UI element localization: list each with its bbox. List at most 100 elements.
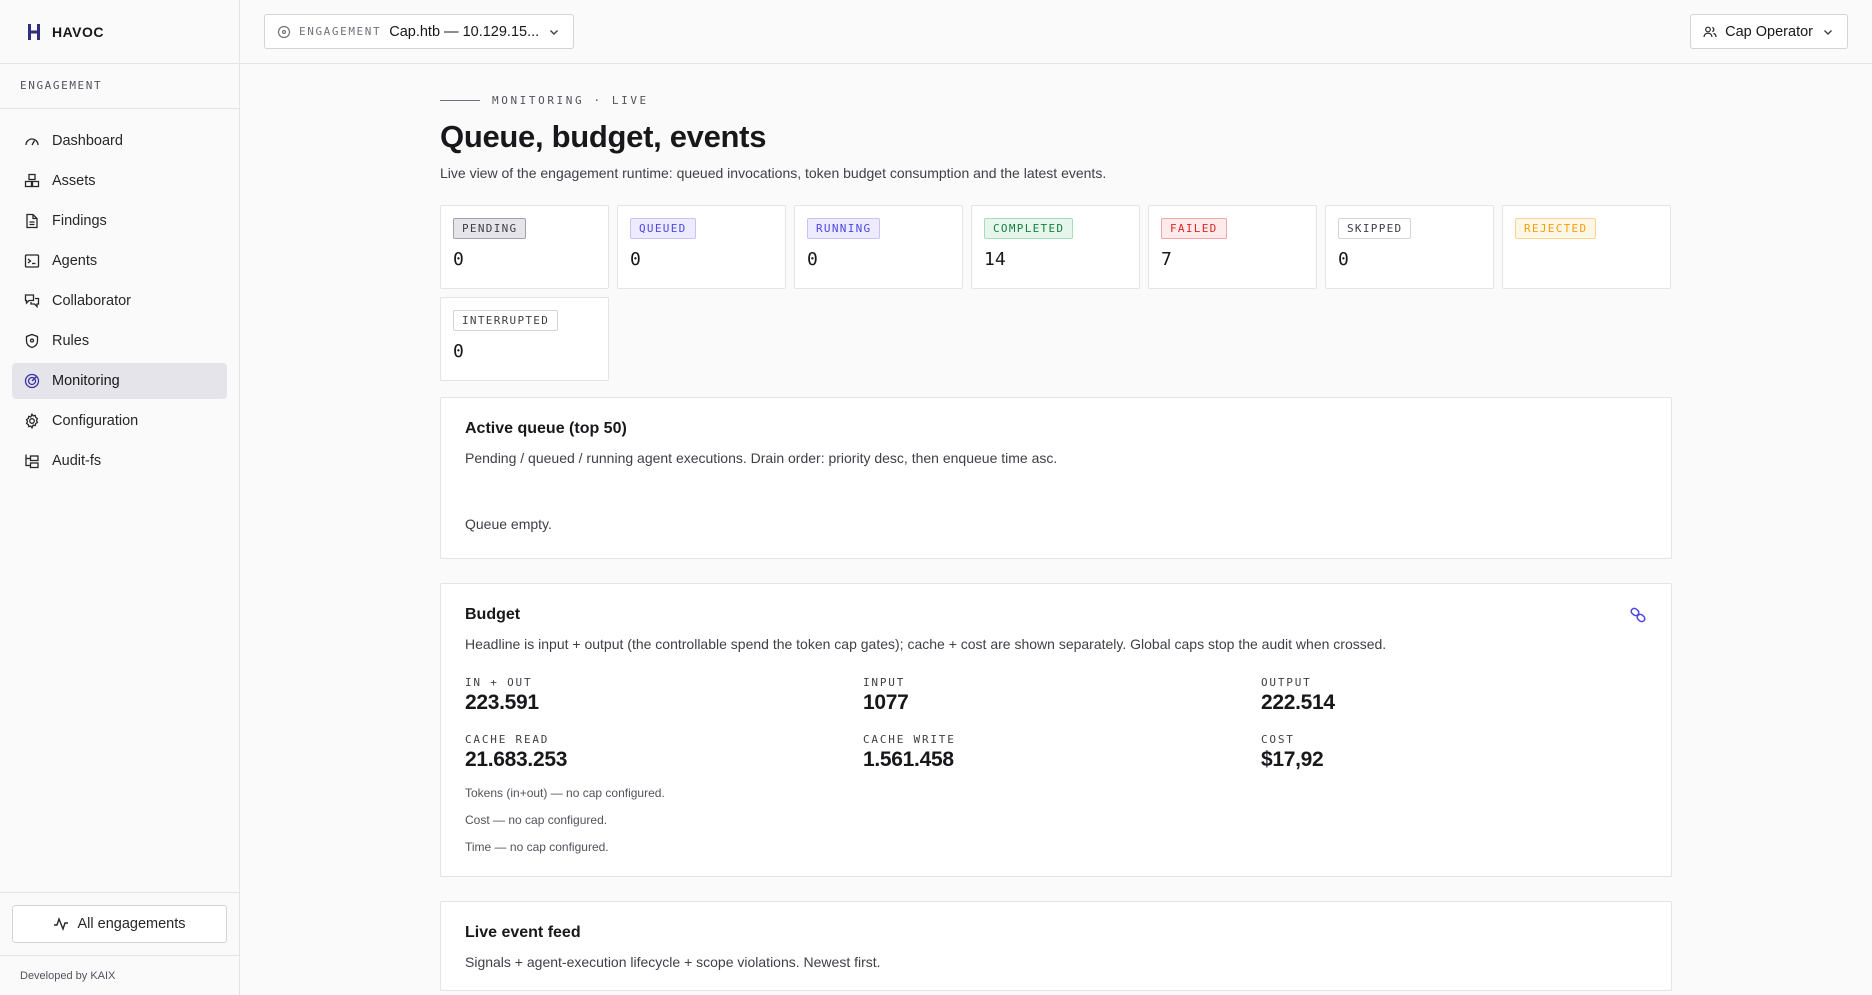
sidebar-item-configuration[interactable]: Configuration: [12, 403, 227, 439]
sidebar-footer: All engagements: [0, 892, 239, 955]
engagement-select[interactable]: ENGAGEMENT Cap.htb — 10.129.15...: [264, 14, 575, 49]
budget-metric-output: OUTPUT 222.514: [1261, 676, 1647, 715]
messages-icon: [24, 294, 40, 309]
stat-pending: PENDING 0: [440, 205, 609, 289]
developer-credit: Developed by KAIX: [0, 955, 239, 995]
users-icon: [1703, 26, 1717, 37]
sidebar-item-audit-fs[interactable]: Audit-fs: [12, 443, 227, 479]
sidebar-item-label: Collaborator: [52, 293, 131, 309]
all-engagements-button[interactable]: All engagements: [12, 905, 227, 943]
stat-count: 0: [807, 249, 818, 270]
budget-metric-in-out: IN + OUT 223.591: [465, 676, 863, 715]
stat-rejected: REJECTED: [1502, 205, 1671, 289]
radar-icon: [24, 373, 40, 389]
budget-metric-label: INPUT: [863, 676, 906, 689]
engagement-select-value: Cap.htb — 10.129.15...: [389, 23, 540, 40]
sidebar-item-monitoring[interactable]: Monitoring: [12, 363, 227, 399]
stat-skipped: SKIPPED 0: [1325, 205, 1494, 289]
status-badge: COMPLETED: [984, 218, 1074, 239]
stat-count: 14: [984, 249, 1006, 270]
sidebar-item-label: Configuration: [52, 413, 139, 429]
budget-metric-value: 21.683.253: [465, 748, 568, 771]
budget-metric-cost: COST $17,92: [1261, 733, 1647, 772]
budget-cap-note: Time — no cap configured.: [465, 840, 609, 854]
budget-metric-label: IN + OUT: [465, 676, 533, 689]
sidebar-item-label: Assets: [52, 173, 96, 189]
budget-metric-value: 1077: [863, 691, 909, 714]
live-event-feed-card: Live event feed Signals + agent-executio…: [440, 901, 1672, 991]
active-queue-card: Active queue (top 50) Pending / queued /…: [440, 397, 1672, 559]
sidebar-item-label: Monitoring: [52, 373, 120, 389]
sidebar-divider: [0, 108, 239, 109]
active-queue-title: Active queue (top 50): [465, 420, 627, 437]
status-badge: PENDING: [453, 218, 527, 239]
budget-metric-input: INPUT 1077: [863, 676, 1261, 715]
budget-title: Budget: [465, 606, 521, 623]
status-badge: QUEUED: [630, 218, 696, 239]
status-badge: RUNNING: [807, 218, 881, 239]
target-icon: [277, 25, 291, 38]
budget-metrics: IN + OUT 223.591 INPUT 1077 OUTPUT 222.514 CAC…: [465, 676, 1647, 772]
stat-count: 7: [1161, 249, 1172, 270]
folder-tree-icon: [25, 454, 39, 469]
budget-cap-note: Cost — no cap configured.: [465, 813, 608, 827]
havoc-logo-icon: [28, 23, 40, 40]
page-title: Queue, budget, events: [440, 119, 767, 154]
stat-count: 0: [453, 341, 464, 362]
live-event-feed-title: Live event feed: [465, 924, 581, 941]
kicker-line: [440, 100, 480, 101]
app: HAVOC ENGAGEMENT Dashboard Assets Findings…: [0, 0, 1872, 995]
budget-card: Budget Headline is input + output (the c…: [440, 583, 1672, 877]
sidebar-item-agents[interactable]: Agents: [12, 243, 227, 279]
budget-metric-label: COST: [1261, 733, 1295, 746]
sidebar-item-dashboard[interactable]: Dashboard: [12, 123, 227, 159]
sidebar-item-rules[interactable]: Rules: [12, 323, 227, 359]
budget-cap-note: Tokens (in+out) — no cap configured.: [465, 786, 665, 800]
file-icon: [26, 213, 38, 229]
page-subtitle: Live view of the engagement runtime: que…: [440, 165, 1107, 181]
engagement-select-label: ENGAGEMENT: [299, 25, 382, 38]
stat-count: 0: [453, 249, 464, 270]
budget-metric-value: 222.514: [1261, 691, 1335, 714]
sidebar-item-assets[interactable]: Assets: [12, 163, 227, 199]
stat-failed: FAILED 7: [1148, 205, 1317, 289]
topbar: ENGAGEMENT Cap.htb — 10.129.15... Cap Op…: [240, 0, 1872, 64]
sidebar-item-label: Findings: [52, 213, 107, 229]
budget-metric-value: $17,92: [1261, 748, 1324, 771]
stat-interrupted: INTERRUPTED 0: [440, 297, 609, 381]
activity-icon: [54, 916, 69, 932]
budget-metric-label: OUTPUT: [1261, 676, 1312, 689]
sidebar: HAVOC ENGAGEMENT Dashboard Assets Findings…: [0, 0, 240, 995]
budget-notes: Tokens (in+out) — no cap configured. Cost…: [465, 786, 1647, 854]
sidebar-item-collaborator[interactable]: Collaborator: [12, 283, 227, 319]
gear-icon: [25, 413, 39, 429]
gauge-icon: [25, 138, 39, 146]
stat-count: 0: [630, 249, 641, 270]
budget-metric-value: 223.591: [465, 691, 539, 714]
budget-metric-label: CACHE WRITE: [863, 733, 956, 746]
sidebar-section-label: ENGAGEMENT: [20, 79, 103, 92]
status-counts: PENDING 0 QUEUED 0 RUNNING 0 COMPLETED 14 FAILED…: [440, 205, 1672, 381]
stat-running: RUNNING 0: [794, 205, 963, 289]
user-menu[interactable]: Cap Operator: [1690, 14, 1848, 49]
sidebar-item-label: Audit-fs: [52, 453, 102, 469]
status-badge: INTERRUPTED: [453, 310, 559, 331]
sidebar-item-label: Rules: [52, 333, 90, 349]
live-event-feed-description: Signals + agent-execution lifecycle + sc…: [465, 954, 881, 970]
page-content: MONITORING · LIVE Queue, budget, events …: [240, 64, 1672, 991]
page-kicker: MONITORING · LIVE: [440, 94, 1672, 107]
stat-queued: QUEUED 0: [617, 205, 786, 289]
chevron-down-icon: [550, 29, 559, 35]
budget-metric-value: 1.561.458: [863, 748, 954, 771]
budget-metric-label: CACHE READ: [465, 733, 550, 746]
brand[interactable]: HAVOC: [0, 0, 239, 64]
active-queue-description: Pending / queued / running agent executi…: [465, 450, 1058, 466]
boxes-icon: [24, 173, 40, 188]
status-badge: FAILED: [1161, 218, 1227, 239]
stat-count: 0: [1338, 249, 1349, 270]
sidebar-item-findings[interactable]: Findings: [12, 203, 227, 239]
brand-name: HAVOC: [52, 23, 105, 40]
stat-completed: COMPLETED 14: [971, 205, 1140, 289]
link-icon[interactable]: [1629, 606, 1647, 624]
kicker-text: MONITORING · LIVE: [492, 94, 649, 107]
